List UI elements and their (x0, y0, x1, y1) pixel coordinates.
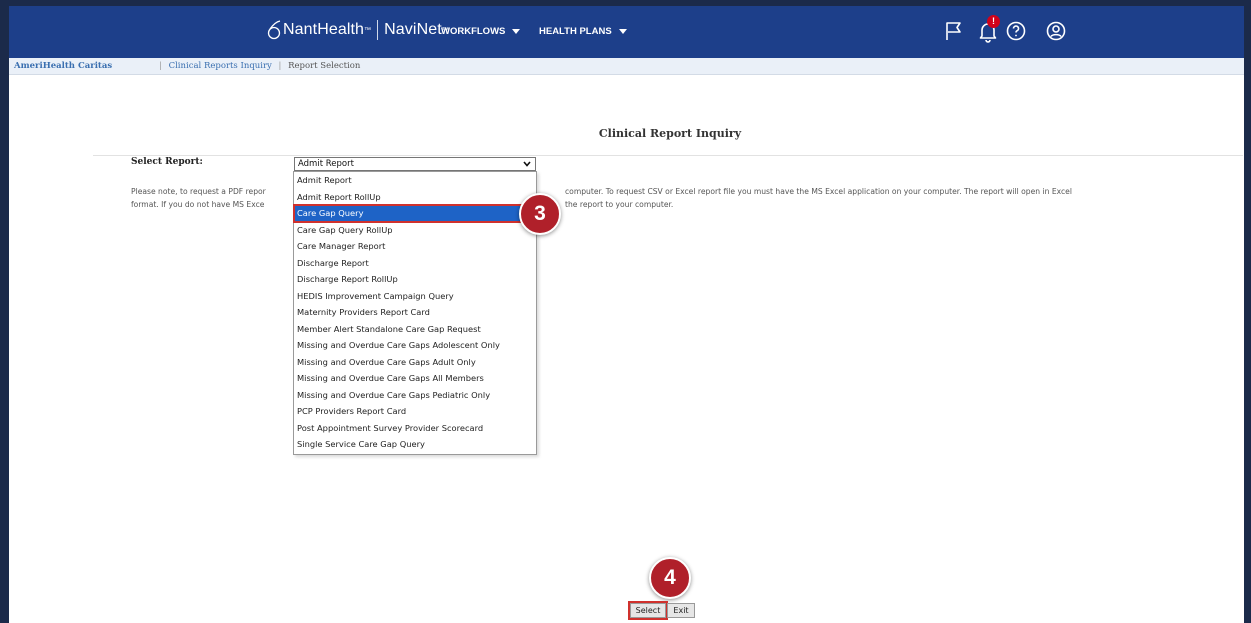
report-option[interactable]: Missing and Overdue Care Gaps Adolescent… (294, 337, 536, 354)
health-plans-menu[interactable]: HEALTH PLANS (539, 26, 627, 37)
report-option[interactable]: Post Appointment Survey Provider Scoreca… (294, 420, 536, 437)
report-option[interactable]: Discharge Report (294, 255, 536, 272)
nanthealth-swoosh-icon (267, 20, 281, 40)
flag-icon[interactable] (942, 19, 966, 43)
workflows-menu-label: WORKFLOWS (441, 26, 506, 37)
report-select[interactable]: Admit Report (294, 157, 536, 171)
report-option[interactable]: Missing and Overdue Care Gaps All Member… (294, 370, 536, 387)
note-text: Please note, to request a PDF repor (131, 187, 266, 196)
report-option[interactable]: Care Gap Query RollUp (294, 222, 536, 239)
report-select-value: Admit Report (298, 159, 354, 169)
report-option[interactable]: Discharge Report RollUp (294, 271, 536, 288)
breadcrumb-item-report-selection: Report Selection (288, 61, 361, 71)
window-frame-right (1244, 0, 1251, 623)
step-3-callout: 3 (519, 193, 561, 235)
exit-button[interactable]: Exit (667, 603, 695, 618)
breadcrumb: | Clinical Reports Inquiry | Report Sele… (155, 58, 360, 74)
organization-link[interactable]: AmeriHealth Caritas (14, 58, 112, 74)
health-plans-menu-label: HEALTH PLANS (539, 26, 612, 37)
breadcrumb-bar: AmeriHealth Caritas | Clinical Reports I… (9, 58, 1244, 75)
report-option[interactable]: HEDIS Improvement Campaign Query (294, 288, 536, 305)
breadcrumb-separator: | (278, 61, 282, 71)
user-icon[interactable] (1044, 19, 1068, 43)
breadcrumb-separator: | (159, 61, 162, 71)
page-title: Clinical Report Inquiry (598, 127, 742, 140)
report-option[interactable]: PCP Providers Report Card (294, 403, 536, 420)
report-option[interactable]: Single Service Care Gap Query (294, 436, 536, 453)
window-frame-left (0, 0, 9, 623)
brand-nanthealth: NantHealth (283, 21, 365, 38)
brand-navinet: NaviNet (384, 21, 442, 38)
top-navigation-bar: NantHealth ™ NaviNet ™ WORKFLOWS HEALTH … (9, 6, 1244, 58)
step-4-callout: 4 (649, 557, 691, 599)
report-option[interactable]: Care Manager Report (294, 238, 536, 255)
report-option[interactable]: Admit Report RollUp (294, 189, 536, 206)
report-option[interactable]: Missing and Overdue Care Gaps Pediatric … (294, 387, 536, 404)
brand-trademark: ™ (364, 26, 372, 34)
select-button[interactable]: Select (628, 601, 668, 620)
brand-divider (377, 20, 379, 40)
help-icon[interactable] (1004, 19, 1028, 43)
report-option[interactable]: Member Alert Standalone Care Gap Request (294, 321, 536, 338)
select-report-label: Select Report: (131, 157, 203, 167)
note-text: format. If you do not have MS Exce (131, 200, 265, 209)
navinet-logo[interactable]: NantHealth ™ NaviNet ™ (267, 20, 449, 40)
workflows-menu[interactable]: WORKFLOWS (441, 26, 521, 37)
chevron-down-icon (523, 161, 531, 167)
chevron-down-icon (618, 29, 627, 34)
bell-icon[interactable]: ! (976, 15, 1000, 43)
note-text: the report to your computer. (565, 200, 674, 209)
report-options-list[interactable]: Admit Report Admit Report RollUp Care Ga… (293, 171, 537, 455)
chevron-down-icon (512, 29, 521, 34)
report-option[interactable]: Admit Report (294, 172, 536, 189)
report-option-care-gap-query[interactable]: Care Gap Query (293, 204, 537, 223)
report-option[interactable]: Maternity Providers Report Card (294, 304, 536, 321)
breadcrumb-item-clinical-reports-inquiry[interactable]: Clinical Reports Inquiry (169, 61, 272, 71)
note-text: computer. To request CSV or Excel report… (565, 187, 1072, 196)
notification-badge: ! (987, 15, 1000, 28)
report-option[interactable]: Missing and Overdue Care Gaps Adult Only (294, 354, 536, 371)
divider (93, 155, 1243, 156)
